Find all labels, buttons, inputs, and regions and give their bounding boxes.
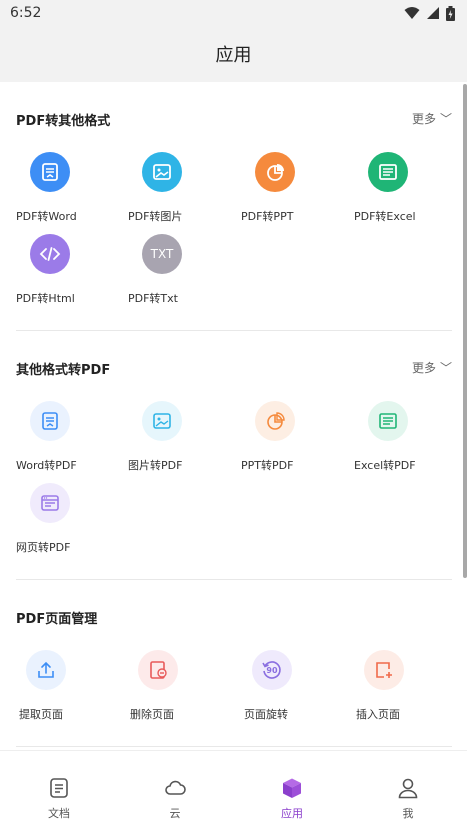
section-divider <box>16 330 452 331</box>
nav-apps[interactable]: 应用 <box>234 769 350 825</box>
status-icons <box>404 5 455 21</box>
tool-ppt-to-pdf[interactable]: PPT转PDF <box>241 401 331 472</box>
rotate-icon-text: 90 <box>266 665 278 675</box>
tool-pdf-to-html[interactable]: PDF转Html <box>16 234 106 305</box>
tool-pdf-to-image[interactable]: PDF转图片 <box>128 152 218 223</box>
nav-label: 我 <box>402 807 414 820</box>
section-divider <box>16 746 452 747</box>
tool-pdf-to-word[interactable]: PDF转Word <box>16 152 106 223</box>
tool-label: 提取页面 <box>19 708 63 721</box>
scrollbar[interactable] <box>463 84 467 578</box>
word-doc-icon <box>30 152 70 192</box>
extract-icon <box>26 650 66 690</box>
cloud-icon <box>165 780 186 795</box>
pie-chart-icon <box>255 152 295 192</box>
bottom-nav: 文档 云 应用 我 <box>0 750 467 830</box>
tool-excel-to-pdf[interactable]: Excel转PDF <box>354 401 444 472</box>
tool-image-to-pdf[interactable]: 图片转PDF <box>128 401 218 472</box>
user-icon <box>398 778 418 799</box>
tool-label: PDF转Excel <box>354 210 416 223</box>
wifi-icon <box>404 7 420 19</box>
spreadsheet-icon <box>368 152 408 192</box>
tool-label: PDF转Word <box>16 210 77 223</box>
tool-label: PDF转Html <box>16 292 75 305</box>
txt-icon: TXT <box>142 234 182 274</box>
tool-webpage-to-pdf[interactable]: 网页转PDF <box>16 483 106 554</box>
tool-label: 网页转PDF <box>16 541 71 554</box>
tool-pdf-to-txt[interactable]: TXT PDF转Txt <box>128 234 218 305</box>
tool-extract-pages[interactable]: 提取页面 <box>16 650 106 721</box>
section-header: PDF转其他格式 更多 ﹀ <box>16 108 452 132</box>
tool-label: Excel转PDF <box>354 459 416 472</box>
tool-label: PDF转Txt <box>128 292 178 305</box>
tool-rotate-pages[interactable]: 90 页面旋转 <box>244 650 334 721</box>
rotate-icon: 90 <box>252 650 292 690</box>
tool-insert-pages[interactable]: 插入页面 <box>356 650 446 721</box>
nav-documents[interactable]: 文档 <box>1 769 117 825</box>
status-bar: 6:52 <box>0 0 467 26</box>
tool-label: 图片转PDF <box>128 459 183 472</box>
tool-label: PDF转图片 <box>128 210 183 223</box>
section-header: PDF页面管理 <box>16 606 452 630</box>
section-header: 其他格式转PDF 更多 ﹀ <box>16 357 452 381</box>
tool-label: 删除页面 <box>130 708 174 721</box>
image-icon <box>142 401 182 441</box>
insert-page-icon <box>364 650 404 690</box>
nav-label: 应用 <box>281 807 303 820</box>
tool-label: PPT转PDF <box>241 459 294 472</box>
tool-delete-pages[interactable]: 删除页面 <box>130 650 220 721</box>
section-divider <box>16 579 452 580</box>
signal-icon <box>427 7 439 19</box>
pie-chart-icon <box>255 401 295 441</box>
image-icon <box>142 152 182 192</box>
apps-content: PDF转其他格式 更多 ﹀ PDF转Word PDF转图片 PDF转PPT PD… <box>0 82 467 750</box>
delete-page-icon <box>138 650 178 690</box>
txt-icon-text: TXT <box>150 247 174 261</box>
status-time: 6:52 <box>10 5 42 21</box>
document-icon <box>50 778 68 798</box>
tool-label: 页面旋转 <box>244 708 288 721</box>
webpage-icon <box>30 483 70 523</box>
nav-me[interactable]: 我 <box>350 769 466 825</box>
tool-label: Word转PDF <box>16 459 77 472</box>
spreadsheet-icon <box>368 401 408 441</box>
chevron-down-icon: ﹀ <box>439 361 452 375</box>
chevron-down-icon: ﹀ <box>439 112 452 126</box>
tool-pdf-to-excel[interactable]: PDF转Excel <box>354 152 444 223</box>
tool-pdf-to-ppt[interactable]: PDF转PPT <box>241 152 331 223</box>
more-label: 更多 <box>411 361 436 375</box>
tool-word-to-pdf[interactable]: Word转PDF <box>16 401 106 472</box>
word-doc-icon <box>30 401 70 441</box>
more-link[interactable]: 更多 ﹀ <box>412 110 452 127</box>
more-label: 更多 <box>411 112 436 126</box>
tool-label: PDF转PPT <box>241 210 294 223</box>
code-icon <box>30 234 70 274</box>
nav-cloud[interactable]: 云 <box>117 769 233 825</box>
tool-label: 插入页面 <box>356 708 400 721</box>
section-title: PDF页面管理 <box>16 612 98 627</box>
nav-label: 文档 <box>48 807 70 820</box>
battery-icon <box>446 5 455 21</box>
apps-cube-icon <box>283 778 301 798</box>
page-title: 应用 <box>215 45 252 66</box>
app-header: 应用 <box>0 26 467 82</box>
section-title: PDF转其他格式 <box>16 114 111 129</box>
more-link[interactable]: 更多 ﹀ <box>412 359 452 376</box>
section-title: 其他格式转PDF <box>16 363 111 378</box>
nav-label: 云 <box>169 807 181 820</box>
